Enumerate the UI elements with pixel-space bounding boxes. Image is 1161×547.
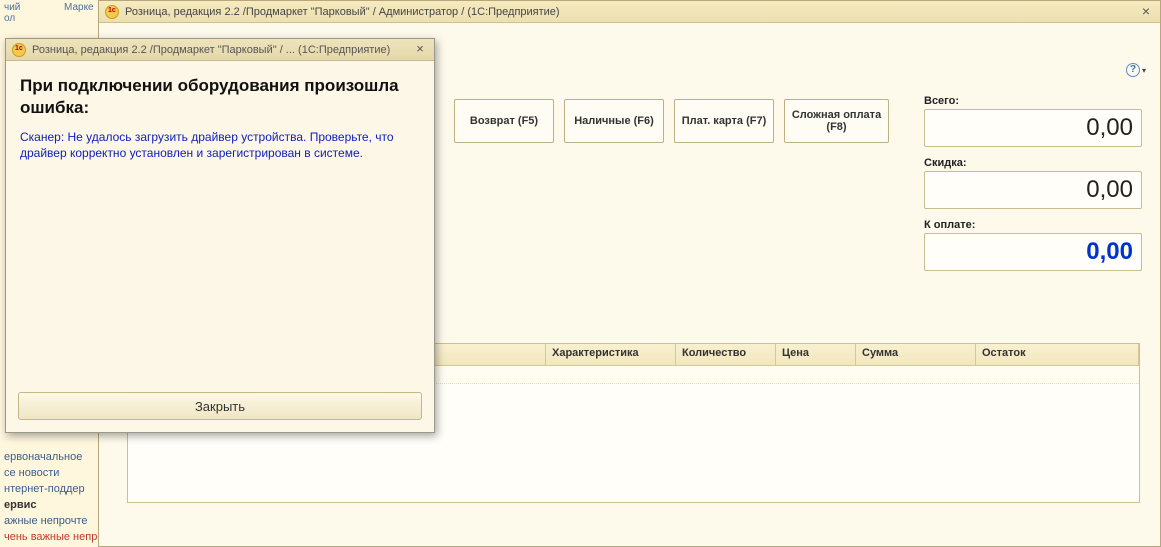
function-button-row: Возврат (F5) Наличные (F6) Плат. карта (… — [454, 99, 889, 143]
bg-tab-left: чийол — [0, 0, 24, 26]
topay-label: К оплате: — [924, 219, 1142, 231]
totals-panel: Всего: 0,00 Скидка: 0,00 К оплате: 0,00 — [924, 95, 1142, 281]
help-icon: ? — [1126, 63, 1140, 77]
grid-col-quantity[interactable]: Количество — [676, 344, 776, 365]
help-dropdown[interactable]: ? ▾ — [1126, 61, 1148, 79]
app-logo-icon — [105, 5, 119, 19]
total-field[interactable]: 0,00 — [924, 109, 1142, 147]
dialog-message: Сканер: Не удалось загрузить драйвер уст… — [20, 129, 420, 161]
dialog-title: Розница, редакция 2.2 /Продмаркет "Парко… — [32, 44, 390, 56]
dialog-close-button[interactable]: × — [412, 43, 428, 57]
card-button[interactable]: Плат. карта (F7) — [674, 99, 774, 143]
error-dialog: Розница, редакция 2.2 /Продмаркет "Парко… — [5, 38, 435, 433]
grid-col-price[interactable]: Цена — [776, 344, 856, 365]
return-button[interactable]: Возврат (F5) — [454, 99, 554, 143]
cash-button[interactable]: Наличные (F6) — [564, 99, 664, 143]
main-close-button[interactable]: × — [1138, 5, 1154, 19]
dialog-titlebar[interactable]: Розница, редакция 2.2 /Продмаркет "Парко… — [6, 39, 434, 61]
discount-field[interactable]: 0,00 — [924, 171, 1142, 209]
grid-col-sum[interactable]: Сумма — [856, 344, 976, 365]
discount-label: Скидка: — [924, 157, 1142, 169]
total-label: Всего: — [924, 95, 1142, 107]
chevron-down-icon: ▾ — [1142, 66, 1146, 75]
complex-payment-button[interactable]: Сложная оплата (F8) — [784, 99, 889, 143]
bg-tab-right: Марке — [60, 0, 98, 15]
app-logo-icon — [12, 43, 26, 57]
topay-field[interactable]: 0,00 — [924, 233, 1142, 271]
grid-col-balance[interactable]: Остаток — [976, 344, 1139, 365]
main-titlebar: Розница, редакция 2.2 /Продмаркет "Парко… — [99, 1, 1160, 23]
dialog-close-action-button[interactable]: Закрыть — [18, 392, 422, 420]
main-title: Розница, редакция 2.2 /Продмаркет "Парко… — [125, 6, 560, 18]
dialog-heading: При подключении оборудования произошла о… — [20, 75, 420, 119]
grid-col-characteristic[interactable]: Характеристика — [546, 344, 676, 365]
